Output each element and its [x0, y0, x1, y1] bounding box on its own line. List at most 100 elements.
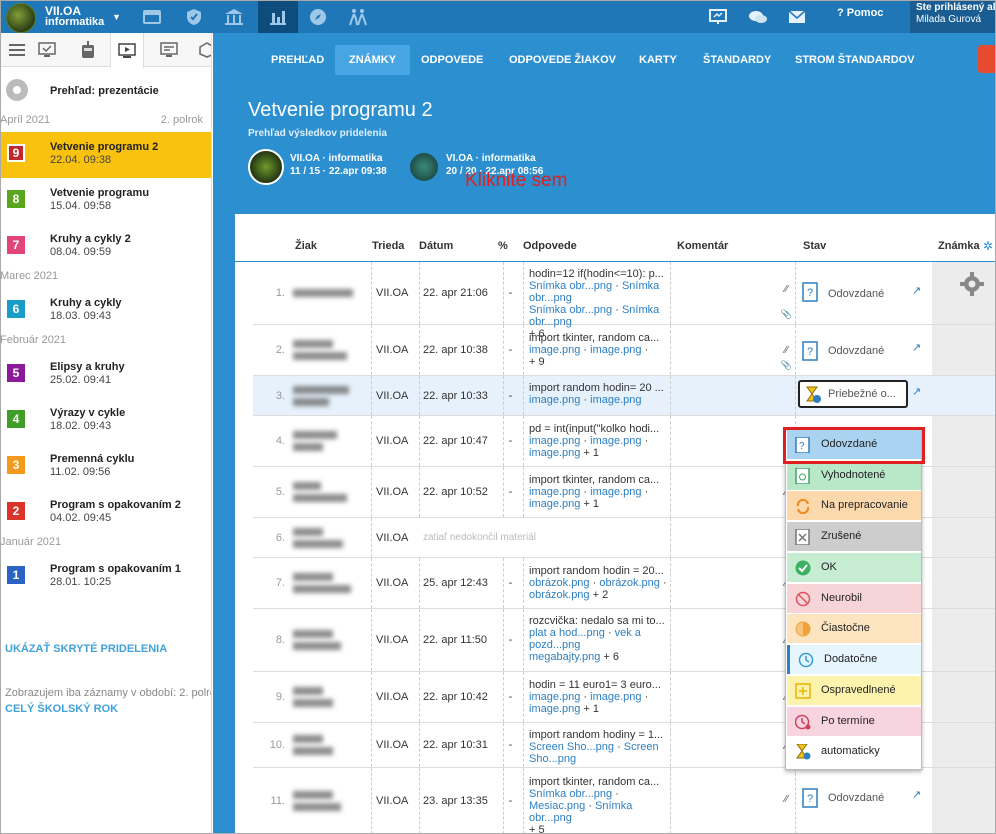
tab-prehlad[interactable]: PREHĽAD	[257, 45, 338, 75]
attachment-link[interactable]: image.png	[529, 394, 580, 406]
attachment-link[interactable]: obrázok.png	[599, 577, 660, 589]
attachment-link[interactable]: Screen Sho...png	[529, 741, 614, 753]
table-row[interactable]: 2. VII.OA 22. apr 10:38 - import tkinter…	[253, 325, 996, 376]
status-option-ciastocne[interactable]: Čiastočne	[787, 614, 921, 643]
status-cell[interactable]: Priebežné o... ↗	[795, 376, 931, 415]
institution-icon[interactable]	[216, 0, 252, 33]
table-row[interactable]: 1. VII.OA 22. apr 21:06 - hodin=12 if(ho…	[253, 262, 996, 340]
attachment-link[interactable]: image.png	[529, 703, 580, 715]
status-option-ospravedlnene[interactable]: Ospravedlnené	[787, 676, 921, 705]
external-link-icon[interactable]: ↗	[912, 341, 921, 354]
tab-znamky[interactable]: ZNÁMKY	[335, 45, 411, 75]
attachment-link[interactable]: obrázok.png	[529, 577, 590, 589]
attachment-link[interactable]: image.png	[529, 435, 580, 447]
tab-strom-standardov[interactable]: STROM ŠTANDARDOV	[781, 45, 929, 75]
comment-cell[interactable]	[670, 376, 794, 415]
col-comment[interactable]: Komentár	[677, 240, 728, 252]
col-pct[interactable]: %	[498, 240, 508, 252]
shield-icon[interactable]	[176, 0, 212, 33]
grade-settings-icon[interactable]: ✲	[983, 239, 993, 253]
attachment-link[interactable]: image.png	[590, 435, 641, 447]
class-icon[interactable]	[134, 0, 170, 33]
sidebar-item-vyrazy-v-cykle[interactable]: 4 Výrazy v cykle 18.02. 09:43	[0, 398, 211, 444]
attachment-link[interactable]: image.png	[529, 344, 580, 356]
group-vii-oa[interactable]: VII.OA · informatika 11 / 15 · 22.apr 09…	[248, 149, 408, 185]
comment-cell[interactable]: ⁄⁄	[670, 558, 794, 608]
sidebar-item-program-s-opakovanim-2[interactable]: 2 Program s opakovaním 2 04.02. 09:45	[0, 490, 211, 536]
sidebar-item-vetvenie-programu-2[interactable]: 9 Vetvenie programu 2 22.04. 09:38	[0, 132, 211, 178]
robot-icon[interactable]	[71, 33, 105, 67]
attachment-link[interactable]: image.png	[529, 486, 580, 498]
comment-cell[interactable]: ⁄⁄	[670, 672, 794, 722]
col-class[interactable]: Trieda	[372, 240, 404, 252]
login-info[interactable]: Ste prihlásený ako Milada Gurová	[910, 0, 996, 33]
attachment-link[interactable]: image.png	[590, 394, 641, 406]
sidebar-item-program-s-opakovanim-1[interactable]: 1 Program s opakovaním 1 28.01. 10:25	[0, 554, 211, 600]
chat-icon[interactable]	[740, 0, 776, 33]
attachment-link[interactable]: image.png	[529, 498, 580, 510]
notification-tab[interactable]	[978, 45, 996, 73]
tab-odpovede-ziakov[interactable]: ODPOVEDE ŽIAKOV	[495, 45, 630, 75]
status-select-open[interactable]: Priebežné o...	[798, 380, 908, 408]
sidebar-item-premenna-cyklu[interactable]: 3 Premenná cyklu 11.02. 09:56	[0, 444, 211, 490]
comment-cell[interactable]	[670, 518, 794, 557]
status-option-dodatocne[interactable]: Dodatočne	[787, 645, 921, 674]
attachment-link[interactable]: Mesiac.png	[529, 800, 585, 812]
chart-icon[interactable]	[258, 0, 298, 33]
compass-icon[interactable]	[300, 0, 336, 33]
status-option-automaticky[interactable]: automaticky	[787, 737, 921, 766]
comment-cell[interactable]: ⁄⁄	[670, 467, 794, 517]
col-date[interactable]: Dátum	[419, 240, 453, 252]
status-option-na-prepracovanie[interactable]: Na prepracovanie	[787, 491, 921, 520]
sidebar-item-kruhy-a-cykly-2[interactable]: 7 Kruhy a cykly 2 08.04. 09:59	[0, 224, 211, 270]
show-hidden-link[interactable]: UKÁZAŤ SKRYTÉ PRIDELENIA	[5, 643, 167, 655]
sidebar-item-vetvenie-programu[interactable]: 8 Vetvenie programu 15.04. 09:58	[0, 178, 211, 224]
paperclip-icon[interactable]: 📎	[781, 309, 792, 320]
tab-karty[interactable]: KARTY	[625, 45, 691, 75]
mail-icon[interactable]	[779, 0, 815, 33]
comment-cell[interactable]: ⁄⁄ 📎	[670, 262, 794, 324]
status-cell[interactable]: ? Odovzdané ↗	[795, 262, 931, 324]
status-option-neurobil[interactable]: Neurobil	[787, 584, 921, 613]
status-cell[interactable]: ? Odovzdané ↗	[795, 325, 931, 375]
more-count[interactable]: + 9	[529, 356, 671, 368]
status-option-po-termine[interactable]: Po termíne	[787, 707, 921, 736]
attachment-link[interactable]: obrázok.png	[529, 589, 590, 601]
sidebar-overview-item[interactable]: Prehľad: prezentácie	[0, 67, 211, 114]
comment-cell[interactable]: ⁄⁄	[670, 609, 794, 671]
external-link-icon[interactable]: ↗	[912, 284, 921, 297]
attachment-link[interactable]: megabajty.png	[529, 651, 600, 663]
status-option-ok[interactable]: OK	[787, 553, 921, 582]
board-icon[interactable]	[700, 0, 736, 33]
attachment-link[interactable]: Snímka obr...png	[529, 788, 612, 800]
sidebar-item-kruhy-a-cykly[interactable]: 6 Kruhy a cykly 18.03. 09:43	[0, 288, 211, 334]
attachment-link[interactable]: plat a hod...png	[529, 627, 605, 639]
attachment-link[interactable]: image.png	[529, 691, 580, 703]
attachment-link[interactable]: image.png	[590, 344, 641, 356]
status-cell[interactable]: ? Odovzdané ↗	[795, 768, 931, 834]
external-link-icon[interactable]: ↗	[912, 385, 921, 398]
monitor-list-icon[interactable]	[152, 33, 186, 67]
status-option-zrusene[interactable]: Zrušené	[787, 522, 921, 551]
monitor-check-icon[interactable]	[30, 33, 64, 67]
tab-standardy[interactable]: ŠTANDARDY	[689, 45, 785, 75]
paperclip-icon[interactable]: 📎	[781, 360, 792, 371]
external-link-icon[interactable]: ↗	[912, 788, 921, 801]
more-count[interactable]: + 6	[603, 651, 619, 663]
attachment-link[interactable]: image.png	[529, 447, 580, 459]
col-student[interactable]: Žiak	[295, 240, 317, 252]
attachment-link[interactable]: image.png	[590, 486, 641, 498]
comment-cell[interactable]: ⁄⁄	[670, 768, 794, 834]
comment-cell[interactable]: ⁄⁄ 📎	[670, 325, 794, 375]
more-count[interactable]: + 2	[593, 589, 609, 601]
menu-icon[interactable]	[0, 33, 34, 67]
whole-year-link[interactable]: CELÝ ŠKOLSKÝ ROK	[5, 703, 118, 715]
help-button[interactable]: ? Pomoc	[834, 7, 883, 19]
table-row[interactable]: 3. VII.OA 22. apr 10:33 - import random …	[253, 376, 996, 416]
status-option-vyhodnotene[interactable]: Vyhodnotené	[787, 461, 921, 490]
comment-cell[interactable]: ⁄⁄	[670, 416, 794, 466]
table-row[interactable]: 11. VII.OA 23. apr 13:35 - import tkinte…	[253, 768, 996, 834]
more-count[interactable]: + 1	[583, 447, 599, 459]
attachment-link[interactable]: image.png	[590, 691, 641, 703]
sidebar-item-elipsy-a-kruhy[interactable]: 5 Elipsy a kruhy 25.02. 09:41	[0, 352, 211, 398]
